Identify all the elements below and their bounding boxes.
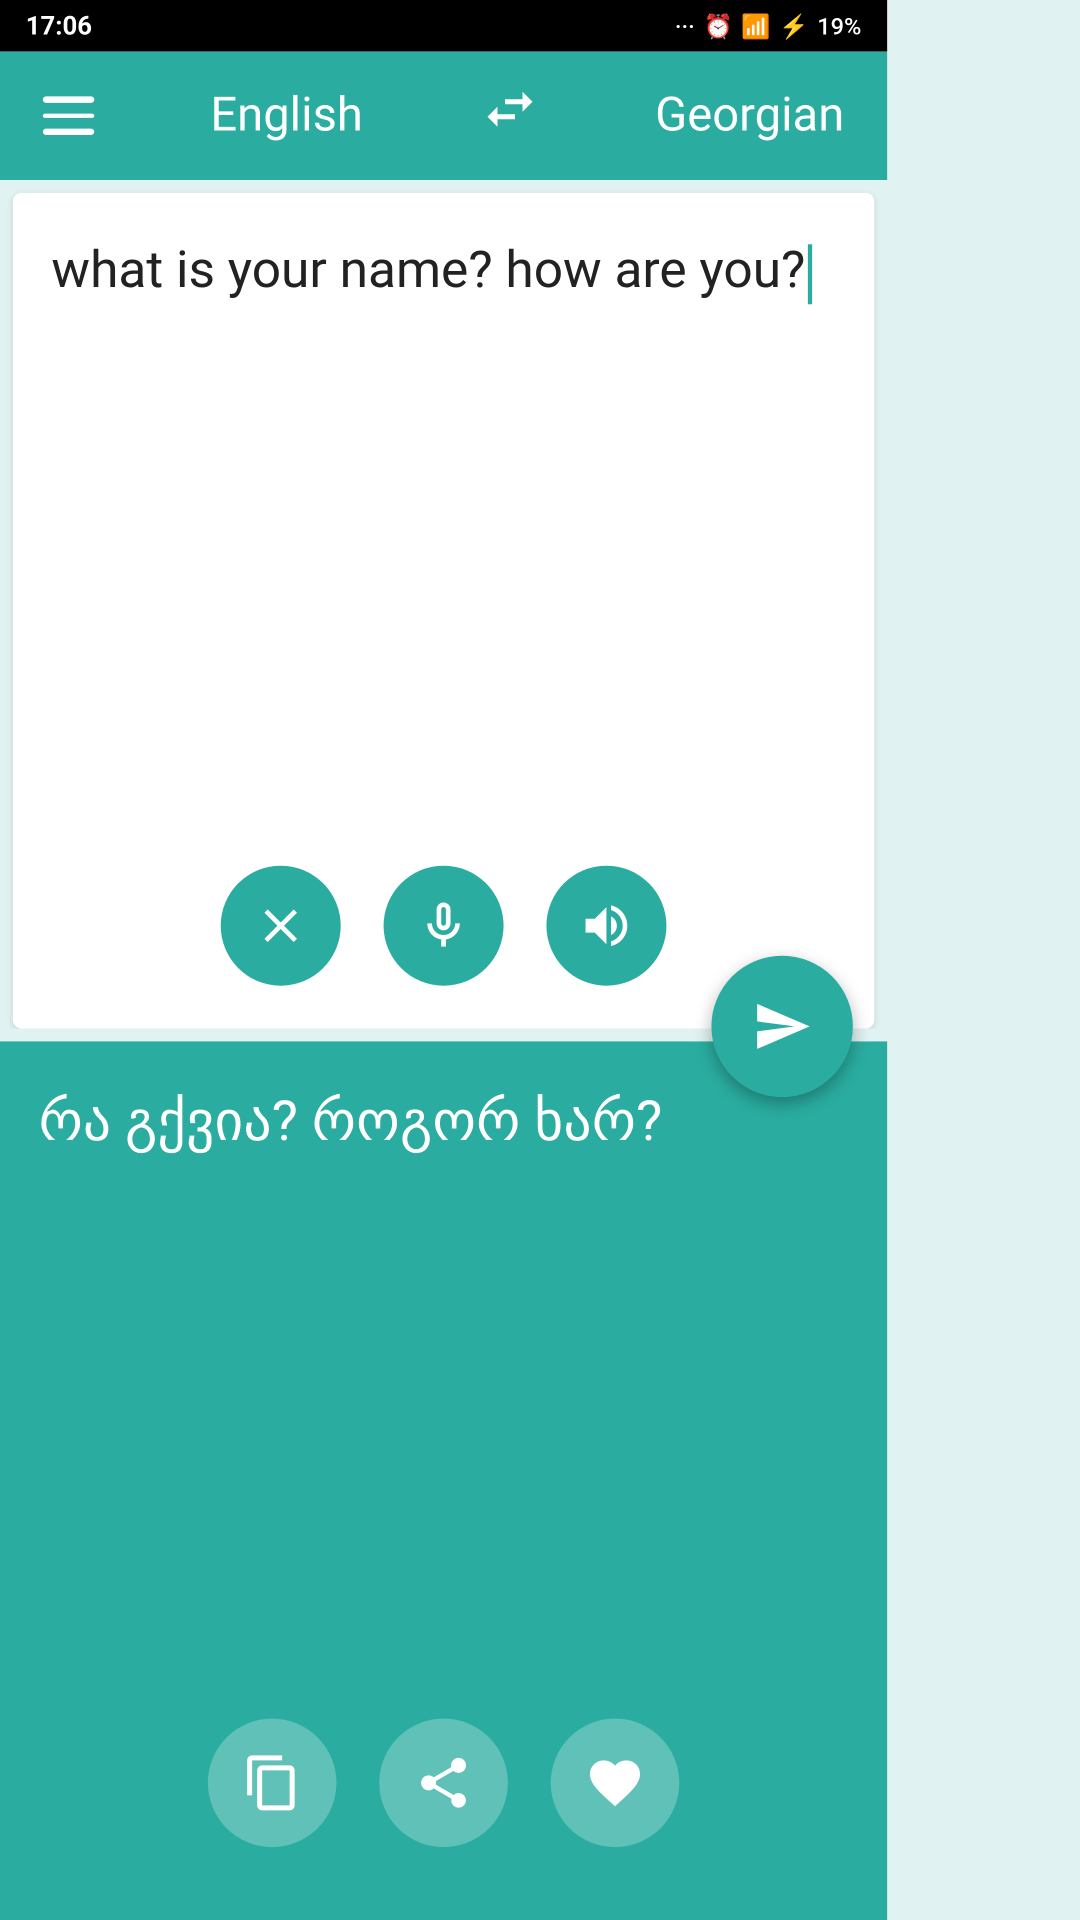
translated-text: რა გქვია? როგორ ხარ? (39, 1084, 849, 1697)
status-icons: ··· ⏰ 📶 ⚡ 19% (675, 12, 862, 40)
toolbar: English Georgian (0, 51, 887, 180)
translation-section: რა გქვია? როგორ ხარ? (0, 1041, 887, 1920)
speak-button[interactable] (546, 866, 666, 986)
copy-button[interactable] (208, 1719, 337, 1848)
status-bar: 17:06 ··· ⏰ 📶 ⚡ 19% (0, 0, 887, 51)
input-section: what is your name? how are you? (13, 193, 874, 1029)
favorite-button[interactable] (551, 1719, 680, 1848)
dots-icon: ··· (675, 12, 695, 40)
text-cursor (808, 244, 812, 304)
source-text-display: what is your name? how are you? (13, 193, 874, 844)
input-text-value: what is your name? how are you? (51, 240, 805, 300)
status-time: 17:06 (26, 11, 92, 41)
menu-button[interactable] (43, 97, 94, 135)
translate-button[interactable] (711, 956, 852, 1097)
battery-charging-icon: ⚡ (779, 12, 808, 40)
sim-icon: 📶 (741, 12, 770, 40)
translation-controls (39, 1697, 849, 1898)
target-language-button[interactable]: Georgian (655, 89, 844, 143)
source-language-button[interactable]: English (210, 89, 363, 143)
clear-button[interactable] (221, 866, 341, 986)
swap-languages-button[interactable] (479, 79, 539, 152)
microphone-button[interactable] (384, 866, 504, 986)
alarm-icon: ⏰ (703, 12, 732, 40)
main-content: what is your name? how are you? (0, 180, 887, 1920)
share-button[interactable] (379, 1719, 508, 1848)
battery-level: 19% (817, 12, 861, 40)
